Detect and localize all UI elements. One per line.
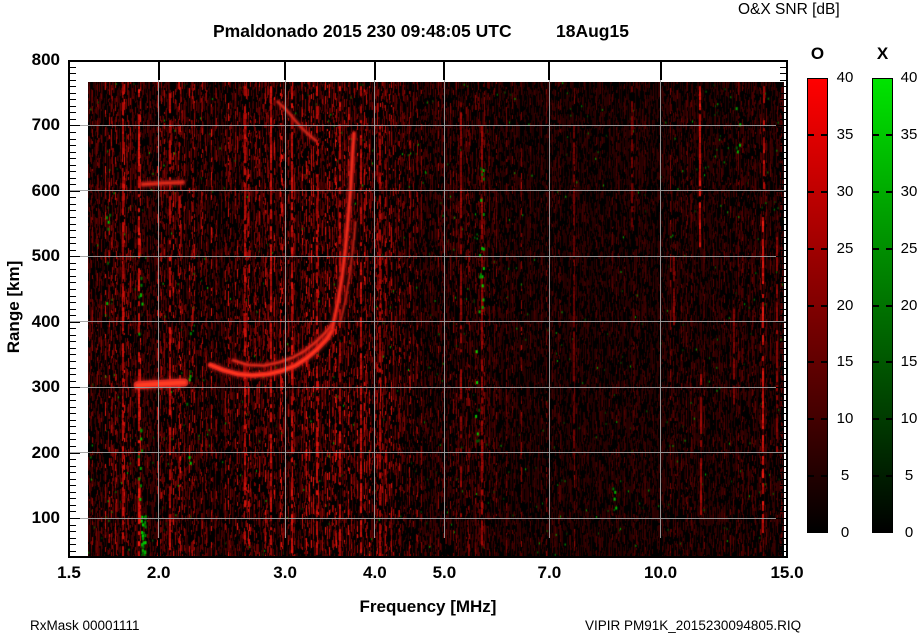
colorbar-tick-label: 15 xyxy=(827,353,863,371)
colorbar-tick xyxy=(808,191,814,193)
colorbar-tick-label: 10 xyxy=(891,410,922,428)
colorbar-tick xyxy=(808,475,814,477)
colorbar-tick-label: 10 xyxy=(827,410,863,428)
colorbar-tick-label: 25 xyxy=(891,240,922,258)
colorbar-tick-label: 30 xyxy=(827,183,863,201)
colorbar-tick-label: 5 xyxy=(891,467,922,485)
colorbar-tick-label: 40 xyxy=(827,69,863,87)
colorbar-tick xyxy=(808,134,814,136)
colorbar-tick xyxy=(808,361,814,363)
footer-rxmask: RxMask 00001111 xyxy=(30,618,140,633)
colorbar-tick xyxy=(873,134,879,136)
ionogram-screen: Pmaldonado 2015 230 09:48:05 UTC 18Aug15… xyxy=(0,0,922,636)
colorbar-tick xyxy=(808,248,814,250)
colorbar-area: 40 35 30 25 20 15 10 5 0 40 35 30 25 20 15 10 5 0 xyxy=(0,0,922,636)
colorbar-tick-label: 30 xyxy=(891,183,922,201)
footer-filename: VIPIR PM91K_2015230094805.RIQ xyxy=(585,618,801,633)
colorbar-tick xyxy=(873,305,879,307)
colorbar-tick xyxy=(873,248,879,250)
colorbar-tick-label: 0 xyxy=(891,524,922,542)
colorbar-tick xyxy=(873,475,879,477)
colorbar-tick-label: 25 xyxy=(827,240,863,258)
colorbar-tick-label: 20 xyxy=(891,297,922,315)
colorbar-tick xyxy=(873,191,879,193)
colorbar-tick xyxy=(808,418,814,420)
colorbar-tick xyxy=(808,305,814,307)
colorbar-tick-label: 15 xyxy=(891,353,922,371)
colorbar-tick-label: 35 xyxy=(891,126,922,144)
colorbar-tick xyxy=(873,361,879,363)
colorbar-tick-label: 20 xyxy=(827,297,863,315)
colorbar-tick-label: 40 xyxy=(891,69,922,87)
colorbar-tick xyxy=(873,418,879,420)
colorbar-tick-label: 35 xyxy=(827,126,863,144)
colorbar-tick-label: 5 xyxy=(827,467,863,485)
colorbar-tick-label: 0 xyxy=(827,524,863,542)
